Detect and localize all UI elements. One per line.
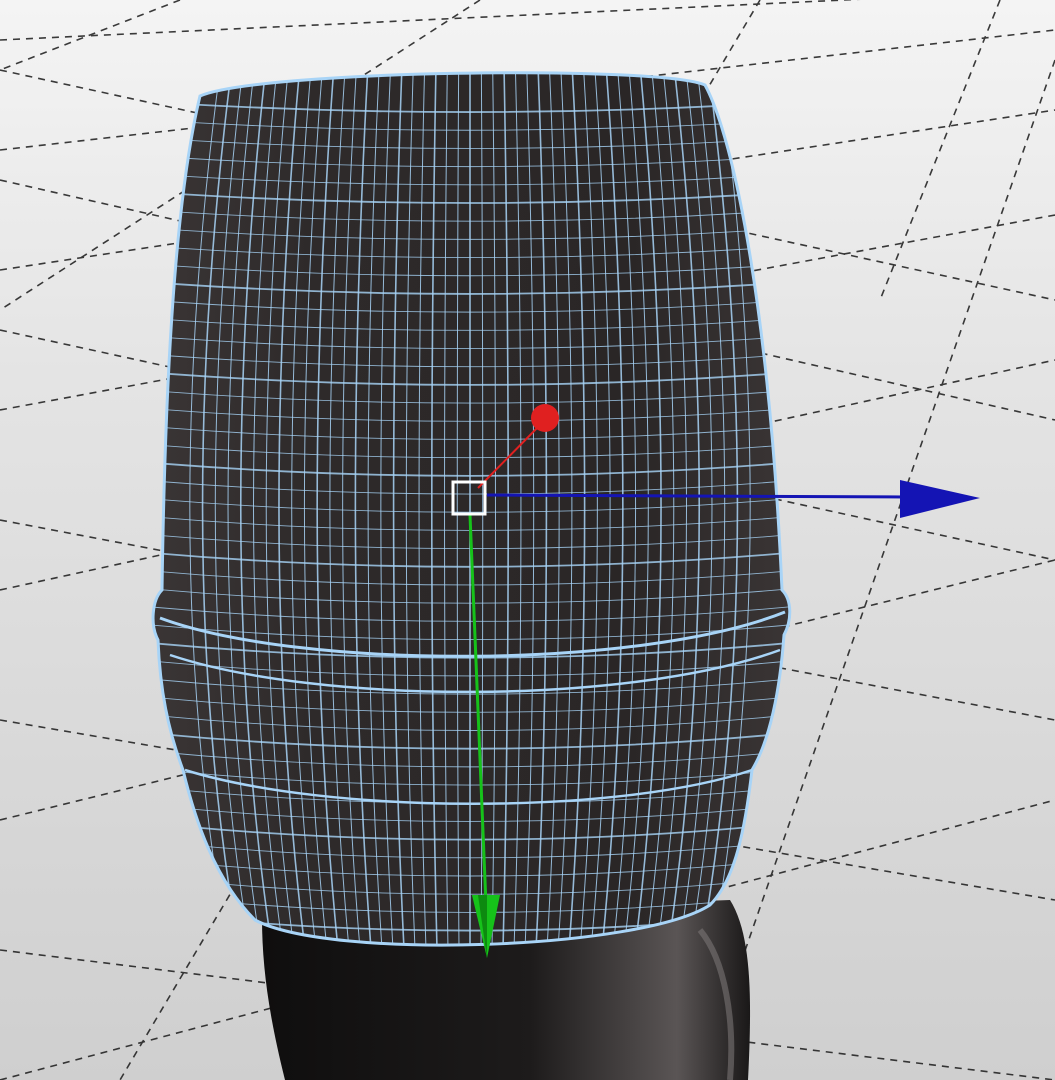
3d-viewport[interactable] — [0, 0, 1055, 1080]
z-axis-handle-icon[interactable] — [531, 404, 559, 432]
x-axis-line[interactable] — [486, 493, 906, 499]
viewport-scene[interactable] — [0, 0, 1055, 1080]
